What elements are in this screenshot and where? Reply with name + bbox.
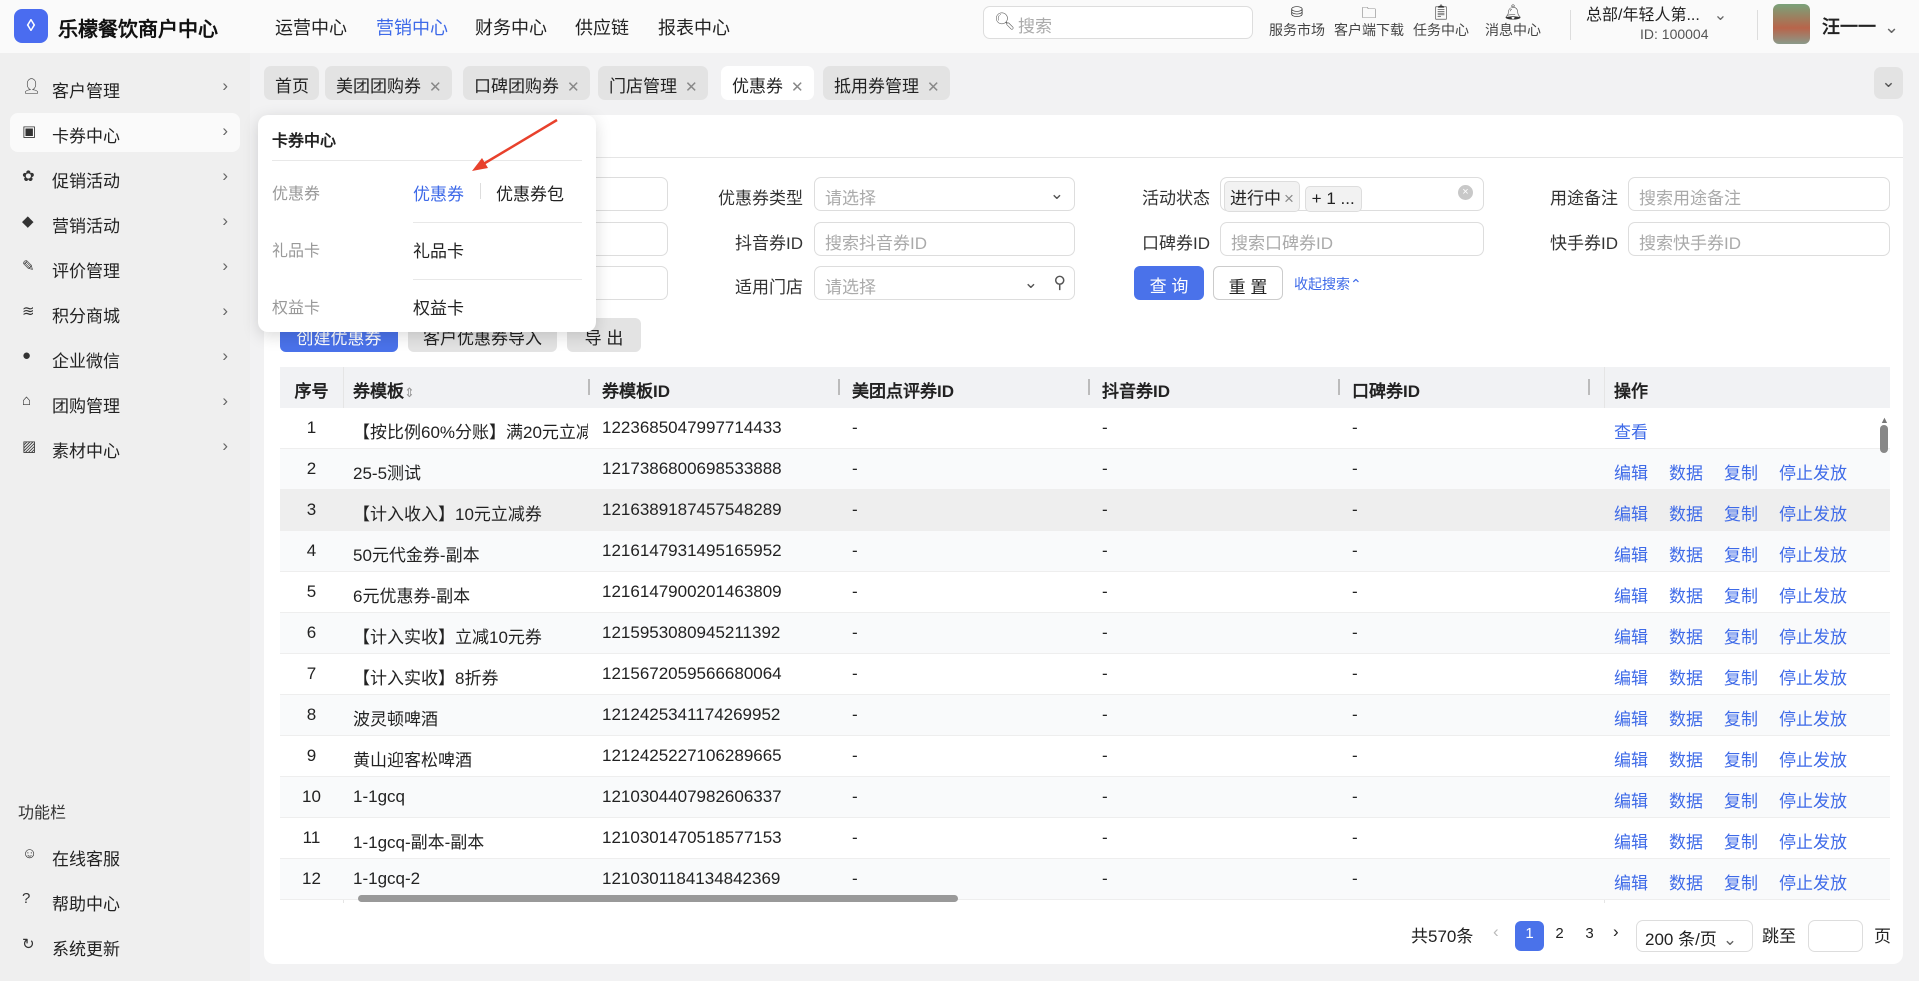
annotation-arrow	[472, 118, 558, 171]
